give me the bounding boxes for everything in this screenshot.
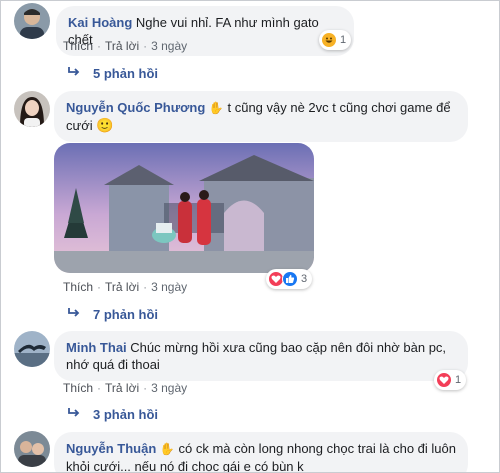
comment-bubble: Minh Thai Chúc mừng hồi xưa cũng bao cặp… xyxy=(54,331,468,381)
reply-arrow-icon xyxy=(67,66,85,81)
reaction-count: 1 xyxy=(455,374,462,386)
replies-label: 3 phản hồi xyxy=(93,407,158,422)
reply-link[interactable]: Trả lời xyxy=(105,39,139,53)
smile-emoji-icon: 🙂 xyxy=(96,117,114,133)
comment-text-line-2: cưới xyxy=(66,118,93,133)
comment-text-line-1: có ck mà còn long nhong chọc trai là cho… xyxy=(178,441,456,456)
reply-link[interactable]: Trả lời xyxy=(105,280,139,294)
reaction-count: 3 xyxy=(301,273,308,285)
comment-author[interactable]: Nguyễn Quốc Phương xyxy=(66,100,205,115)
comment-actions: Thích · Trả lời · 3 ngày xyxy=(63,381,188,395)
reply-arrow-icon xyxy=(67,407,85,422)
reaction-summary[interactable]: 3 xyxy=(266,269,313,289)
replies-label: 7 phản hồi xyxy=(93,307,158,322)
avatar[interactable] xyxy=(14,331,50,367)
comment-bubble: Nguyễn Quốc Phương ✋ t cũng vậy nè 2vc t… xyxy=(54,91,468,142)
comment-text-line-2: nhớ quá đi thoai xyxy=(66,357,160,372)
comment-author[interactable]: Kai Hoàng xyxy=(68,15,132,30)
view-replies-link[interactable]: 5 phản hồi xyxy=(67,66,158,81)
love-icon xyxy=(436,372,452,388)
comment-bubble: Nguyễn Thuận ✋ có ck mà còn long nhong c… xyxy=(54,432,468,473)
view-replies-link[interactable]: 3 phản hồi xyxy=(67,407,158,422)
like-link[interactable]: Thích xyxy=(63,39,93,53)
reply-link[interactable]: Trả lời xyxy=(105,381,139,395)
comment-actions: Thích · Trả lời · 3 ngày xyxy=(63,280,188,294)
comment-time[interactable]: 3 ngày xyxy=(151,39,187,53)
comment-thread: Kai Hoàng Nghe vui nhỉ. FA như mình gato… xyxy=(0,0,500,473)
comment-text-line-1: t cũng vậy nè 2vc t cũng chơi game để xyxy=(227,100,451,115)
comment-actions: Thích · Trả lời · 3 ngày xyxy=(63,39,188,53)
comment-text-line-1: Chúc mừng hồi xưa cũng bao cặp nên đôi n… xyxy=(130,340,447,355)
comment-author[interactable]: Nguyễn Thuận xyxy=(66,441,156,456)
avatar[interactable] xyxy=(14,91,50,127)
comment-time[interactable]: 3 ngày xyxy=(151,280,187,294)
hand-wave-icon: ✋ xyxy=(208,101,224,115)
replies-label: 5 phản hồi xyxy=(93,66,158,81)
reaction-summary[interactable]: 1 xyxy=(434,370,467,390)
avatar[interactable] xyxy=(14,431,50,467)
comment-photo[interactable] xyxy=(54,143,314,273)
haha-emoji-icon xyxy=(321,32,337,48)
like-icon xyxy=(282,271,298,287)
hand-wave-icon: ✋ xyxy=(159,442,175,456)
avatar[interactable] xyxy=(14,3,50,39)
like-link[interactable]: Thích xyxy=(63,381,93,395)
view-replies-link[interactable]: 7 phản hồi xyxy=(67,307,158,322)
reaction-summary[interactable]: 1 xyxy=(319,30,352,50)
reaction-count: 1 xyxy=(340,34,347,46)
comment-author[interactable]: Minh Thai xyxy=(66,340,127,355)
comment-text-line-2: khỏi cưới... nếu nó đi chọc gái e có bùn… xyxy=(66,459,304,473)
reply-arrow-icon xyxy=(67,307,85,322)
comment-time[interactable]: 3 ngày xyxy=(151,381,187,395)
like-link[interactable]: Thích xyxy=(63,280,93,294)
